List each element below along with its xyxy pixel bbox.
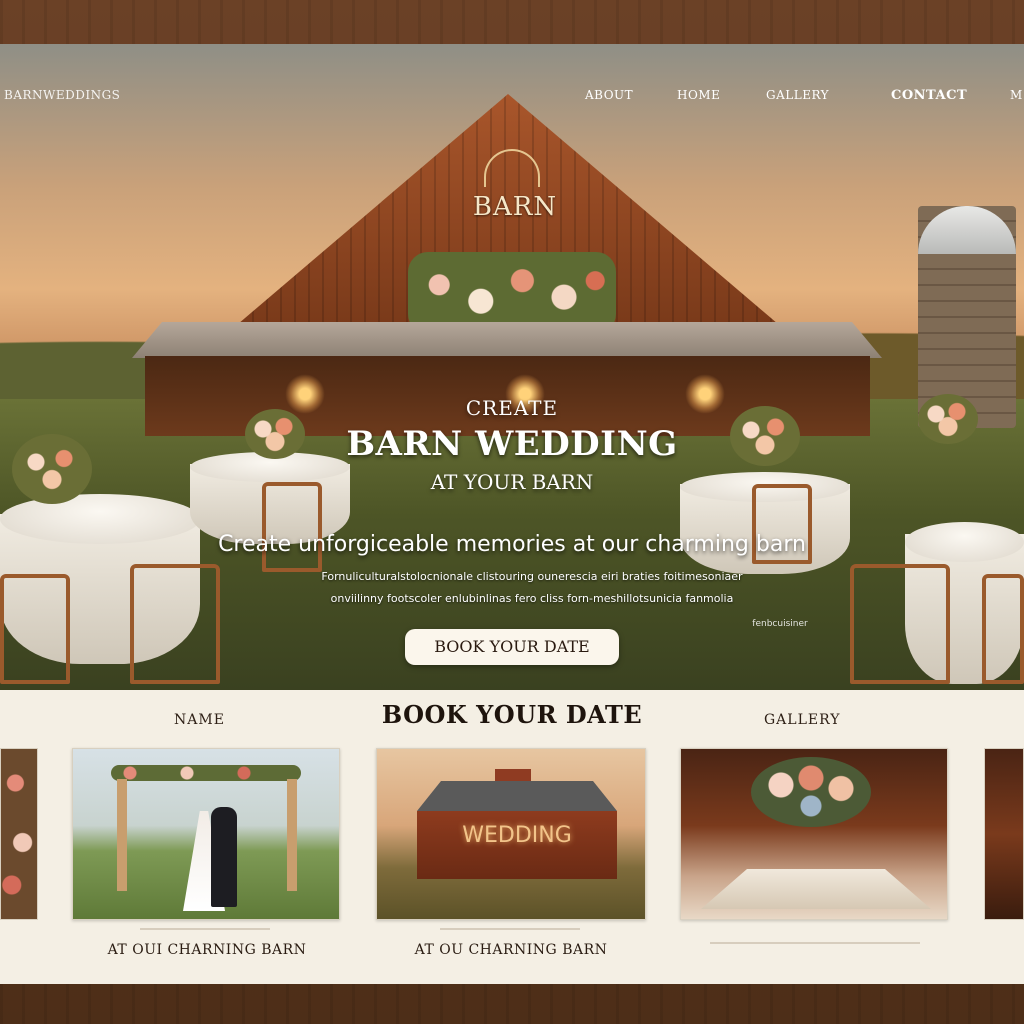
website-screen: BARN BARNWEDDINGS ABOUT HOME GALLERY CON…: [0, 44, 1024, 984]
hero-title: BARN WEDDING: [346, 424, 678, 464]
hero-description-line: onviilinny footscoler enlubinlinas fero …: [330, 592, 734, 605]
barn-roof: [417, 781, 617, 811]
book-date-button[interactable]: BOOK YOUR DATE: [405, 629, 619, 665]
nav-link-home[interactable]: HOME: [677, 88, 720, 102]
arch-post: [117, 779, 127, 891]
nav-link-more[interactable]: M: [1010, 88, 1023, 102]
wooden-chair: [262, 482, 322, 572]
booking-section: NAME BOOK YOUR DATE GALLERY WEDDING AT O…: [0, 690, 1024, 984]
caption-divider: [140, 928, 270, 930]
gallery-card-barn[interactable]: WEDDING: [376, 748, 646, 920]
barn-sign: BARN: [472, 192, 558, 222]
gallery-card-reception[interactable]: [680, 748, 948, 920]
hero-note: fenbcuisiner: [752, 619, 808, 629]
nav-link-gallery[interactable]: GALLERY: [766, 88, 829, 102]
hero-description-line: Fornuliculturalstolocnionale clistouring…: [321, 570, 743, 583]
wooden-chair: [130, 564, 220, 684]
wedding-sign: WEDDING: [462, 823, 572, 848]
floral-chandelier: [751, 757, 871, 827]
groom: [211, 807, 237, 907]
wooden-chair: [850, 564, 950, 684]
gallery-card-couple[interactable]: [72, 748, 340, 920]
hero-subtitle: AT YOUR BARN: [430, 470, 594, 494]
porch-roof: [132, 322, 882, 358]
caption-divider: [440, 928, 580, 930]
nav-link-contact[interactable]: CONTACT: [891, 88, 967, 103]
flower-garland: [408, 252, 616, 334]
wooden-chair: [982, 574, 1024, 684]
nav-link-about[interactable]: ABOUT: [585, 88, 633, 102]
caption-divider: [710, 942, 920, 944]
arch-post: [287, 779, 297, 891]
hero-eyebrow: CREATE: [465, 396, 559, 420]
hero-description: Fornuliculturalstolocnionale clistouring…: [262, 566, 802, 610]
card-caption: AT OU CHARNING BARN: [414, 942, 608, 958]
carousel-next-image[interactable]: [984, 748, 1024, 920]
top-nav: BARNWEDDINGS ABOUT HOME GALLERY CONTACT …: [0, 86, 1024, 110]
gallery-label[interactable]: GALLERY: [764, 712, 840, 728]
reception-table: [701, 869, 931, 909]
wooden-chair: [0, 574, 70, 684]
hero-section: BARN BARNWEDDINGS ABOUT HOME GALLERY CON…: [0, 44, 1024, 690]
card-caption: AT OUI CHARNING BARN: [107, 942, 307, 958]
hero-tagline: Create unforgiceable memories at our cha…: [218, 532, 806, 557]
carousel-prev-image[interactable]: [0, 748, 38, 920]
site-logo[interactable]: BARNWEDDINGS: [4, 88, 120, 102]
floral-arch: [111, 765, 301, 781]
section-title: BOOK YOUR DATE: [381, 700, 643, 729]
